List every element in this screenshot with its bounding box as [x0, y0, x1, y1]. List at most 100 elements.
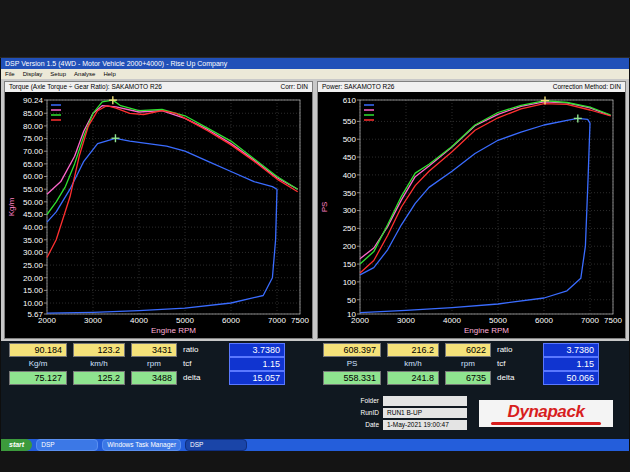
y-tick-label: 610 [343, 96, 357, 105]
tick-mark [44, 303, 47, 304]
grid-line [360, 139, 613, 140]
unit-label: Kg/m [9, 358, 67, 370]
menu-item[interactable]: Help [103, 69, 115, 79]
chart-canvas: 6105505004504003503002502001501005010200… [318, 92, 625, 338]
cursor-line [112, 96, 113, 104]
y-tick-label: 350 [343, 189, 357, 198]
grid-line [360, 157, 613, 158]
grid-line [360, 264, 613, 265]
tick-mark [357, 121, 360, 122]
param-label: delta [497, 372, 537, 384]
unit-label: km/h [73, 358, 125, 370]
y-tick-label: 550 [343, 117, 357, 126]
x-tick-label: 5000 [489, 316, 507, 325]
tick-mark [357, 228, 360, 229]
charts-row: Torque (Axle Torque ÷ Gear Ratio): SAKAM… [1, 79, 629, 341]
monitor-bezel [0, 0, 630, 58]
readout-value: 6735 [445, 371, 491, 385]
plot-border [360, 100, 613, 314]
grid-line [47, 265, 300, 266]
cursor-line [544, 97, 545, 105]
param-value: 15.057 [229, 371, 285, 385]
grid-line [47, 227, 300, 228]
title-bar: DSP Version 1.5 (4WD - Motor Vehicle 200… [1, 58, 629, 69]
field-value[interactable]: 1-May-2021 19:00:47 [383, 420, 467, 430]
grid-line [47, 214, 300, 215]
y-tick-label: 250 [343, 224, 357, 233]
taskbar: start DSP Windows Task Manager DSP [1, 439, 629, 451]
taskbar-item[interactable]: DSP [36, 439, 98, 451]
y-tick-label: 30.00 [23, 248, 44, 257]
tick-mark [357, 139, 360, 140]
menu-bar: File Display Setup Analyse Help [1, 69, 629, 79]
grid-line [47, 201, 300, 202]
y-tick-label: 300 [343, 206, 357, 215]
cursor-marker [111, 134, 119, 142]
grid-line [406, 100, 407, 314]
chart-canvas: 90.2485.0080.0075.0070.0065.0060.0055.00… [5, 92, 312, 338]
y-tick-label: 35.00 [23, 236, 44, 245]
x-tick-label: 4000 [443, 316, 461, 325]
taskbar-item[interactable]: DSP [185, 439, 247, 451]
tick-mark [44, 138, 47, 139]
taskbar-item[interactable]: Windows Task Manager [102, 439, 181, 451]
menu-item[interactable]: File [5, 69, 15, 79]
cursor-line [577, 114, 578, 122]
tick-mark [44, 163, 47, 164]
grid-line [47, 277, 300, 278]
unit-label: rpm [445, 358, 491, 370]
field-label: RunID [353, 408, 379, 418]
tick-mark [357, 264, 360, 265]
tick-mark [44, 189, 47, 190]
y-tick-label: 400 [343, 171, 357, 180]
tick-mark [357, 246, 360, 247]
x-tick-label: 7500 [291, 316, 309, 325]
tick-mark [357, 299, 360, 300]
logo-text: Dynapack [508, 402, 585, 422]
tick-mark [357, 210, 360, 211]
cursor-marker [541, 97, 549, 105]
menu-item[interactable]: Setup [50, 69, 66, 79]
param-value: 1.15 [543, 357, 599, 371]
legend-swatch [51, 119, 61, 121]
x-tick-label: 3000 [84, 316, 102, 325]
chart-header: Torque (Axle Torque ÷ Gear Ratio): SAKAM… [5, 82, 312, 92]
chart-background [5, 92, 312, 338]
start-button[interactable]: start [1, 439, 32, 451]
readout-value: 90.184 [9, 343, 67, 357]
menu-item[interactable]: Analyse [74, 69, 95, 79]
menu-item[interactable]: Display [23, 69, 43, 79]
readout-value: 6022 [445, 343, 491, 357]
grid-line [47, 303, 300, 304]
x-tick-label: 5000 [176, 316, 194, 325]
grid-line [47, 125, 300, 126]
chart-panel: Torque (Axle Torque ÷ Gear Ratio): SAKAM… [4, 81, 313, 339]
y-tick-label: 55.00 [23, 185, 44, 194]
x-tick-label: 6000 [222, 316, 240, 325]
field-value[interactable] [383, 396, 467, 406]
y-tick-label: 25.00 [23, 261, 44, 270]
plot-border [47, 100, 300, 314]
grid-line [360, 192, 613, 193]
correction-label: Correction Method: DIN [553, 82, 621, 92]
cursor-marker [109, 96, 117, 104]
x-tick-label: 4000 [130, 316, 148, 325]
field-value[interactable]: RUN1 B-UP [383, 408, 467, 418]
tick-mark [357, 192, 360, 193]
chart-curve [47, 106, 298, 195]
legend-swatch [51, 104, 61, 106]
y-tick-label: 15.00 [23, 286, 44, 295]
chart-title: Power: SAKAMOTO R26 [322, 82, 395, 92]
readout-value: 241.8 [387, 371, 439, 385]
readout-value: 75.127 [9, 371, 67, 385]
grid-line [47, 151, 300, 152]
param-value: 3.7380 [543, 343, 599, 357]
readout-value: 216.2 [387, 343, 439, 357]
y-tick-label: 500 [343, 135, 357, 144]
tick-mark [357, 100, 360, 101]
grid-line [360, 121, 613, 122]
dynapack-logo: Dynapack [479, 400, 613, 427]
monitor-bezel-bottom [0, 451, 630, 472]
field-row: Folder [353, 396, 467, 406]
y-tick-label: 450 [343, 153, 357, 162]
